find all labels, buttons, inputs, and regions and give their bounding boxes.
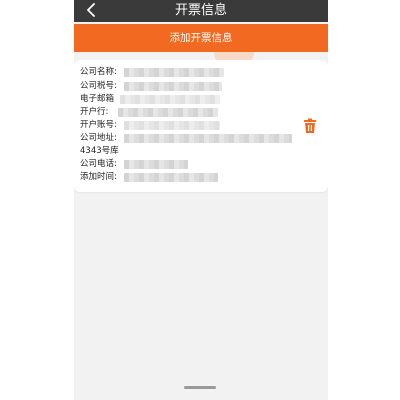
phone-screen: 开票信息 添加开票信息 公司名称: 公司税号: 电子邮箱 开户行: 开户账号: … <box>74 0 328 400</box>
field-label: 公司名称: <box>80 67 117 77</box>
field-company-name: 公司名称: <box>80 66 224 79</box>
home-indicator <box>184 386 216 389</box>
field-bank-account: 开户账号: <box>80 119 220 132</box>
trash-icon <box>303 118 317 138</box>
redacted-value <box>124 173 218 182</box>
field-bank: 开户行: <box>80 106 218 119</box>
redacted-value <box>124 68 224 77</box>
field-label: 公司电话: <box>80 159 117 169</box>
field-label: 开户行: <box>80 107 109 117</box>
redacted-value <box>124 82 222 91</box>
field-label: 电子邮箱 <box>80 94 115 104</box>
navbar: 开票信息 <box>74 0 328 22</box>
field-label: 4343号库 <box>80 146 119 156</box>
invoice-card[interactable]: 公司名称: 公司税号: 电子邮箱 开户行: 开户账号: 公司地址: 4343号库… <box>74 60 328 192</box>
field-label: 开户账号: <box>80 120 117 130</box>
redacted-value <box>124 121 220 130</box>
field-email: 电子邮箱 <box>80 93 220 106</box>
field-label: 添加时间: <box>80 172 117 182</box>
redacted-value <box>124 134 292 143</box>
field-tax-id: 公司税号: <box>80 80 222 93</box>
field-label: 公司税号: <box>80 81 117 91</box>
field-added-time: 添加时间: <box>80 171 218 184</box>
delete-button[interactable] <box>303 118 317 134</box>
redacted-value <box>120 95 220 104</box>
add-invoice-button[interactable]: 添加开票信息 <box>74 24 328 52</box>
page-title: 开票信息 <box>174 3 227 18</box>
field-address-cont: 4343号库 <box>80 145 119 158</box>
field-phone: 公司电话: <box>80 158 188 171</box>
redacted-value <box>118 108 218 117</box>
field-address: 公司地址: <box>80 132 292 145</box>
field-label: 公司地址: <box>80 133 117 143</box>
redacted-value <box>124 160 188 169</box>
